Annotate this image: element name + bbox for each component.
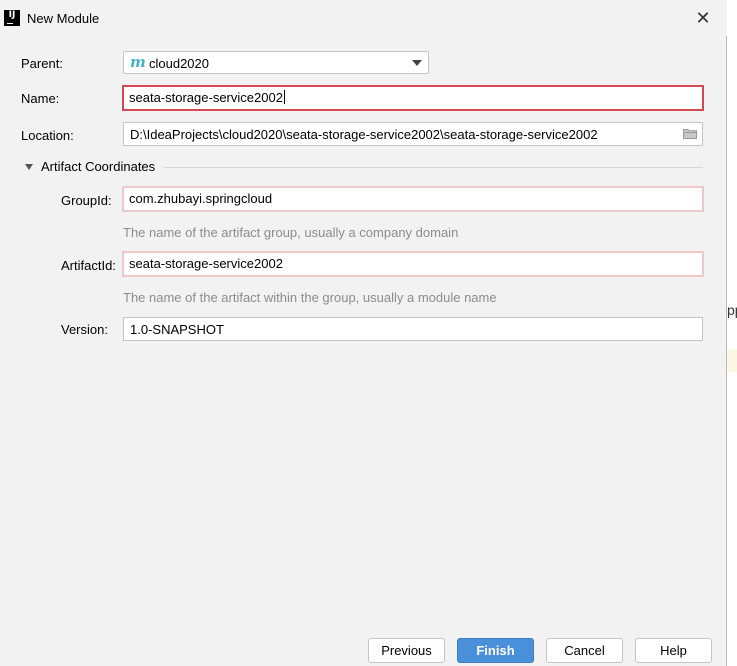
artifactid-label: ArtifactId: [61, 258, 116, 273]
window-title: New Module [27, 11, 100, 26]
app-icon-text: IJ [8, 10, 16, 20]
version-label: Version: [61, 322, 108, 337]
section-separator [164, 167, 703, 168]
version-input-value: 1.0-SNAPSHOT [130, 322, 224, 337]
finish-button[interactable]: Finish [457, 638, 534, 663]
groupid-input[interactable]: com.zhubayi.springcloud [122, 186, 704, 212]
background-highlight [727, 350, 737, 372]
groupid-input-value: com.zhubayi.springcloud [129, 191, 273, 206]
chevron-down-icon[interactable] [412, 60, 422, 66]
location-label: Location: [21, 128, 74, 143]
groupid-label: GroupId: [61, 193, 112, 208]
name-label: Name: [21, 91, 60, 106]
background-text-fragment: pp [727, 302, 737, 318]
artifactid-input-value: seata-storage-service2002 [129, 256, 283, 271]
cancel-button[interactable]: Cancel [546, 638, 623, 663]
collapse-triangle-icon[interactable] [25, 164, 33, 170]
close-icon[interactable]: ✕ [690, 6, 716, 30]
intellij-icon: IJ [4, 10, 20, 26]
artifactid-hint: The name of the artifact within the grou… [123, 290, 497, 305]
name-input-value: seata-storage-service2002 [129, 90, 283, 105]
parent-select-value: cloud2020 [149, 56, 209, 71]
artifactid-input[interactable]: seata-storage-service2002 [122, 251, 704, 277]
section-title: Artifact Coordinates [41, 159, 156, 174]
artifact-coordinates-section[interactable]: Artifact Coordinates [24, 159, 703, 175]
text-caret [283, 90, 285, 104]
new-module-dialog: IJ New Module ✕ Parent: m cloud2020 Name… [0, 0, 727, 666]
version-input[interactable]: 1.0-SNAPSHOT [123, 317, 703, 341]
parent-label: Parent: [21, 56, 63, 71]
help-button[interactable]: Help [635, 638, 712, 663]
location-input[interactable]: D:\IdeaProjects\cloud2020\seata-storage-… [123, 122, 703, 146]
background-window: pp [727, 0, 737, 666]
parent-select[interactable]: m cloud2020 [123, 51, 429, 74]
maven-m-icon: m [130, 53, 146, 71]
groupid-hint: The name of the artifact group, usually … [123, 225, 459, 240]
title-bar: IJ New Module ✕ [0, 0, 727, 36]
previous-button[interactable]: Previous [368, 638, 445, 663]
name-input[interactable]: seata-storage-service2002 [122, 85, 704, 111]
folder-icon[interactable] [683, 128, 697, 139]
location-input-value: D:\IdeaProjects\cloud2020\seata-storage-… [130, 127, 598, 142]
